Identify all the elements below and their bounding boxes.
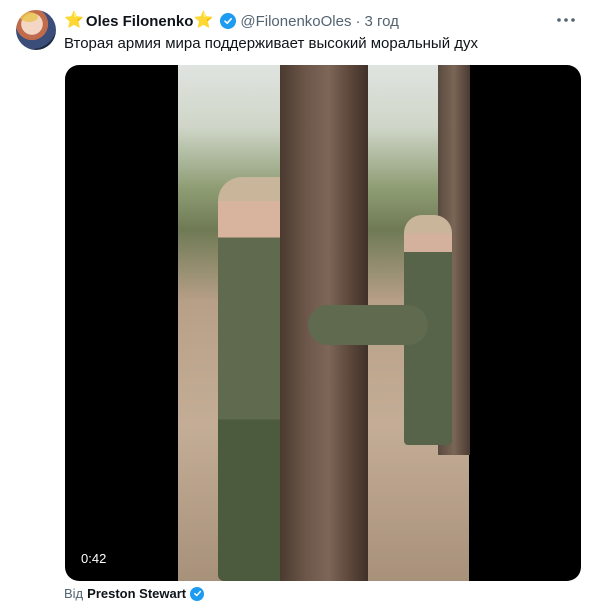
- attribution-source[interactable]: Preston Stewart: [87, 586, 186, 601]
- author-name[interactable]: Oles Filonenko: [86, 13, 194, 30]
- video-duration: 0:42: [77, 550, 111, 567]
- star-emoji-icon: ⭐: [64, 12, 84, 29]
- verified-badge-icon: [190, 586, 205, 601]
- video-player[interactable]: 0:42: [65, 65, 581, 581]
- verified-badge-icon[interactable]: [220, 13, 237, 29]
- tweet-text: Вторая армия мира поддерживает высокий м…: [64, 35, 479, 52]
- video-frame[interactable]: [178, 65, 470, 581]
- tweet-header: ⭐ Oles Filonenko ⭐ @FilonenkoOles · 3 го…: [64, 11, 399, 31]
- soldier-arm: [308, 305, 428, 345]
- author-avatar[interactable]: [16, 10, 56, 50]
- attribution-prefix: Від: [64, 586, 84, 601]
- media-attribution: Від Preston Stewart: [64, 586, 205, 601]
- tweet-timestamp[interactable]: 3 год: [364, 13, 398, 30]
- more-options-icon[interactable]: [554, 10, 578, 30]
- separator-dot: ·: [355, 12, 361, 30]
- star-emoji-icon: ⭐: [193, 12, 214, 29]
- author-handle[interactable]: @FilonenkoOles: [240, 13, 351, 30]
